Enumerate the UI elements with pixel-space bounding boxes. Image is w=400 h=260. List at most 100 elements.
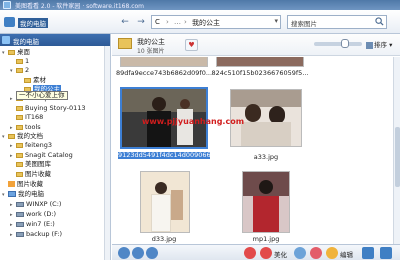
home-button[interactable]: 我的电脑 <box>0 10 60 34</box>
folder-icon <box>16 124 23 130</box>
photo-figure <box>259 180 273 194</box>
search-box[interactable]: 搜索图片 <box>287 15 387 29</box>
sidebar-item[interactable]: ▾ 2 <box>10 66 29 75</box>
address-bar[interactable]: C › … › 我的公主 ▾ <box>151 15 281 29</box>
content-scrollbar[interactable] <box>393 57 400 244</box>
image-count: 10 张图片 <box>137 48 165 55</box>
folder-icon <box>16 105 23 111</box>
thumbnail-caption: 89dfa9ecce743b6862d09f0... <box>116 69 213 77</box>
address-segment-folder[interactable]: 我的公主 <box>192 18 220 28</box>
window-title: 美图看看 2.0 - 软件家园 · software.it168.com <box>15 3 145 10</box>
home-icon <box>4 17 15 27</box>
sidebar-item-label: 我的电脑 <box>18 190 44 198</box>
delete-icon[interactable] <box>244 247 256 259</box>
chevron-down-icon[interactable]: ▾ <box>274 17 278 25</box>
photo-figure <box>177 109 193 145</box>
prev-icon[interactable] <box>118 247 130 259</box>
photo-thumbnail[interactable] <box>216 57 304 67</box>
zoom-slider[interactable] <box>314 39 362 48</box>
sidebar-item[interactable]: Buying Story-0113 <box>10 104 86 113</box>
toolbar: 我的电脑 ← → C › … › 我的公主 ▾ 搜索图片 <box>0 10 400 34</box>
sidebar-scrollbar[interactable] <box>104 46 110 260</box>
search-icon[interactable] <box>375 17 384 26</box>
add-icon[interactable] <box>380 247 392 259</box>
folder-icon <box>16 171 23 177</box>
chevron-right-icon-2: › <box>184 18 187 26</box>
sidebar-item-label: 桌面 <box>17 48 30 56</box>
sidebar-item-label: 1 <box>25 57 30 65</box>
sidebar-item-label: 我的文档 <box>17 132 43 140</box>
photo-thumbnail[interactable] <box>242 171 290 233</box>
bottom-toolbar: 美化 编辑 <box>112 244 400 260</box>
sidebar-item[interactable]: 图片收藏 <box>2 180 43 189</box>
chevron-down-icon-sort: ▾ <box>387 41 393 49</box>
sidebar-item[interactable]: 1 <box>10 57 29 66</box>
folder-icon <box>16 114 23 120</box>
photo-thumbnail[interactable] <box>140 171 190 233</box>
sidebar-item-label: 2 <box>25 66 30 74</box>
sort-button[interactable]: 排序 ▾ <box>366 39 396 52</box>
pc-icon <box>8 191 16 197</box>
drive-icon <box>16 231 24 237</box>
scrollbar-thumb[interactable] <box>395 127 400 187</box>
title-bar: 美图看看 2.0 - 软件家园 · software.it168.com <box>0 0 400 10</box>
zoom-slider-handle[interactable] <box>341 39 349 48</box>
thumbnail-caption: 824c510f15b0236676059f5... <box>211 69 309 77</box>
sidebar-item-label: Snagit Catalog <box>25 151 73 159</box>
sidebar-item[interactable]: 图片收藏 <box>10 170 51 179</box>
settings-icon[interactable] <box>362 247 374 259</box>
photo-figure <box>245 104 261 122</box>
content-header: 我的公主 10 张图片 ♥ 排序 ▾ <box>112 34 400 56</box>
sidebar-item[interactable]: ▸ win7 (E:) <box>10 220 55 229</box>
sidebar-item-label: work (D:) <box>26 210 57 218</box>
sidebar-item[interactable]: ▾ 我的电脑 <box>2 190 44 199</box>
sidebar-item-label: 图片收藏 <box>17 180 43 188</box>
sidebar-item-label: IT168 <box>25 113 44 121</box>
sidebar-item[interactable]: ▸ work (D:) <box>10 210 56 219</box>
sidebar-item[interactable]: ▸ Snagit Catalog <box>10 151 73 160</box>
photo-figure <box>180 99 190 109</box>
sidebar: 我的电脑 ▾桌面1▾2素材我的公主▸backupBuying Story-011… <box>0 34 111 260</box>
sidebar-item[interactable]: ▸ backup (F:) <box>10 230 62 239</box>
sidebar-header[interactable]: 我的电脑 <box>0 34 110 46</box>
weibo-icon[interactable] <box>310 247 322 259</box>
sidebar-item[interactable]: ▸ feiteng3 <box>10 141 52 150</box>
sidebar-item-label: 素材 <box>33 76 46 84</box>
drive-icon <box>16 211 24 217</box>
beautify-label[interactable]: 美化 <box>274 249 287 259</box>
sidebar-item[interactable]: ▾ 我的文档 <box>2 132 43 141</box>
thumbnail-caption: a33.jpg <box>253 153 279 161</box>
sidebar-item[interactable]: ▾ 桌面 <box>2 48 30 57</box>
back-button[interactable]: ← <box>118 15 132 29</box>
favorite-heart-icon[interactable]: ♥ <box>185 39 198 51</box>
sort-label: 排序 <box>374 41 387 49</box>
drive-icon <box>16 201 24 207</box>
photo-thumbnail[interactable] <box>120 57 208 67</box>
thumbnail-caption: d33.jpg <box>151 235 177 243</box>
beautify-icon[interactable] <box>260 247 272 259</box>
sidebar-item[interactable]: 美图图库 <box>10 160 51 169</box>
thumbnail-caption: 9123dd5491f4dc14d00906683.jpg <box>118 151 232 159</box>
sidebar-item-label: WINXP (C:) <box>26 200 62 208</box>
chevron-right-icon: › <box>166 18 169 26</box>
sidebar-item[interactable]: ▸ WINXP (C:) <box>10 200 61 209</box>
thumbnail-grid: 89dfa9ecce743b6862d09f0... 824c510f15b02… <box>112 57 400 244</box>
photo-figure <box>155 182 167 194</box>
sidebar-item-label: Buying Story-0113 <box>25 104 86 112</box>
sidebar-item[interactable]: 素材 <box>18 76 46 85</box>
play-icon[interactable] <box>132 247 144 259</box>
folder-icon <box>118 38 132 49</box>
sidebar-item[interactable]: IT168 <box>10 113 43 122</box>
app-icon <box>3 1 11 9</box>
address-segment-drive[interactable]: C <box>155 18 160 26</box>
forward-button[interactable]: → <box>134 15 148 29</box>
search-input[interactable]: 搜索图片 <box>291 18 317 28</box>
fav-icon <box>8 181 15 187</box>
edit-label[interactable]: 编辑 <box>340 249 353 259</box>
next-icon[interactable] <box>146 247 158 259</box>
folder-icon <box>16 58 23 64</box>
sidebar-item-label: backup (F:) <box>26 230 63 238</box>
rotate-icon[interactable] <box>294 247 306 259</box>
sidebar-item[interactable]: ▸ tools <box>10 123 41 132</box>
edit-icon[interactable] <box>326 247 338 259</box>
